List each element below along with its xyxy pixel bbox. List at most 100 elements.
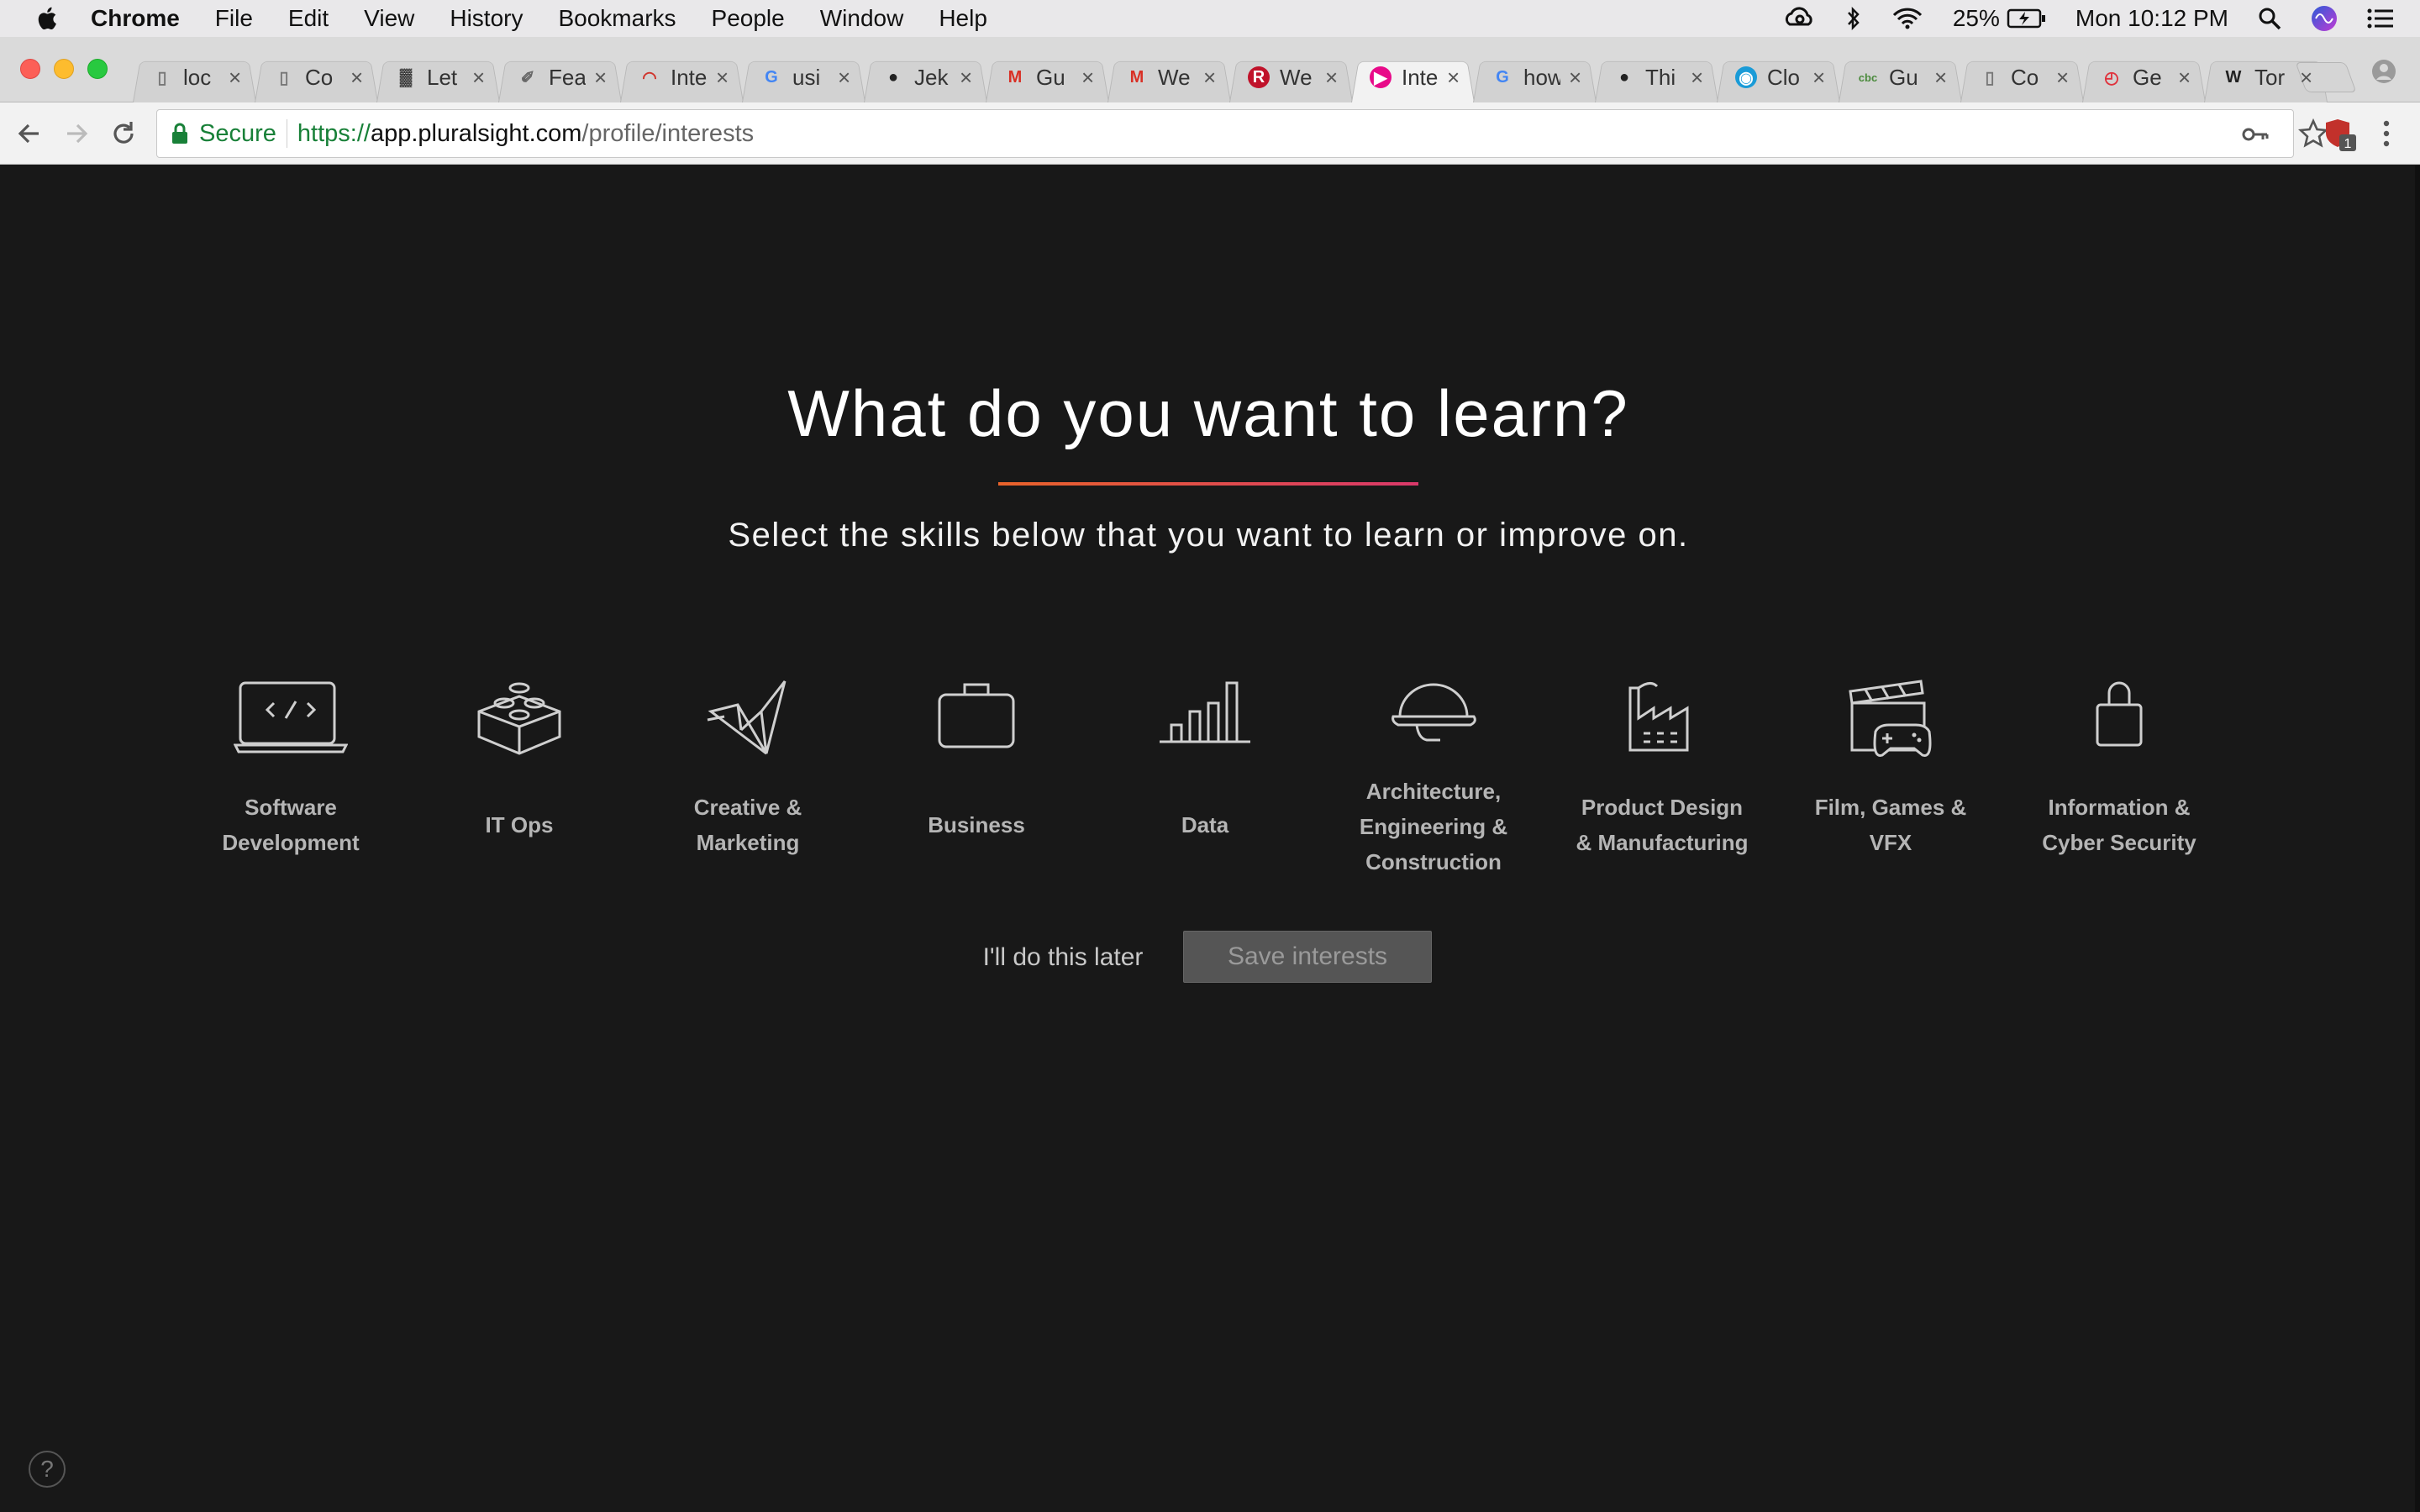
interest-product-design-manufacturing[interactable]: Product Design & Manufacturing — [1548, 678, 1776, 896]
browser-tab[interactable]: Ghow × — [1473, 52, 1595, 102]
tab-close-icon[interactable]: × — [594, 65, 607, 91]
gmail-icon: M — [1129, 67, 1144, 87]
tab-title: Inte — [1402, 64, 1439, 90]
tab-close-icon[interactable]: × — [1934, 65, 1947, 91]
save-interests-button[interactable]: Save interests — [1183, 931, 1432, 983]
tab-title: how — [1523, 64, 1560, 90]
interest-data[interactable]: Data — [1091, 678, 1319, 896]
browser-toolbar: Secure https:// app.pluralsight.com /pro… — [0, 102, 2420, 165]
reload-icon[interactable] — [108, 118, 139, 150]
browser-tab[interactable]: ◠ Inte × — [620, 52, 742, 102]
help-button[interactable]: ? — [29, 1451, 66, 1488]
interest-label: Information & Cyber Security — [2042, 795, 2196, 855]
window-close-button[interactable] — [20, 59, 40, 79]
tab-close-icon[interactable]: × — [1081, 65, 1094, 91]
interest-label: Product Design & Manufacturing — [1576, 795, 1749, 855]
feather-icon: ✐ — [520, 68, 535, 87]
tab-close-icon[interactable]: × — [2056, 65, 2069, 91]
app-menu-chrome[interactable]: Chrome — [91, 5, 180, 32]
siri-icon[interactable] — [2311, 5, 2338, 32]
window-zoom-button[interactable] — [87, 59, 108, 79]
browser-tab[interactable]: ● Thi × — [1595, 52, 1717, 102]
browser-tab[interactable]: W Tor × — [2204, 52, 2326, 102]
tab-list: ▯ loc × ▯ Co × ▓ Let × ✐ Fea × ◠ Inte × Gusi × ● Jek × M Gu × M… — [133, 52, 2326, 102]
browser-tab[interactable]: ▯ Co × — [255, 52, 376, 102]
menu-help[interactable]: Help — [939, 5, 987, 32]
browser-tab[interactable]: ▓ Let × — [376, 52, 498, 102]
address-bar[interactable]: Secure https:// app.pluralsight.com /pro… — [156, 109, 2328, 158]
tab-close-icon[interactable]: × — [1447, 65, 1460, 91]
window-minimize-button[interactable] — [54, 59, 74, 79]
tab-close-icon[interactable]: × — [1569, 65, 1581, 91]
interest-information-cyber-security[interactable]: Information & Cyber Security — [2005, 678, 2233, 896]
interest-it-ops[interactable]: IT Ops — [405, 678, 634, 896]
clock-icon: ◴ — [2104, 68, 2119, 87]
interest-creative-marketing[interactable]: Creative & Marketing — [634, 678, 862, 896]
extension-shield-icon[interactable]: 1 — [2324, 118, 2360, 153]
menu-history[interactable]: History — [450, 5, 523, 32]
interest-film-games-vfx[interactable]: Film, Games & VFX — [1776, 678, 2005, 896]
chrome-menu-icon[interactable] — [2381, 118, 2391, 150]
interest-label: Architecture, Engineering & Construction — [1359, 779, 1508, 874]
browser-tab[interactable]: ◴ Ge × — [2082, 52, 2204, 102]
apple-icon[interactable] — [34, 4, 62, 33]
browser-tab[interactable]: R We × — [1229, 52, 1351, 102]
doc-icon: ▯ — [279, 68, 289, 87]
tab-close-icon[interactable]: × — [1812, 65, 1825, 91]
interest-label: Creative & Marketing — [693, 795, 802, 855]
browser-tab[interactable]: M Gu × — [986, 52, 1107, 102]
tab-title: Gu — [1036, 64, 1065, 90]
tab-close-icon[interactable]: × — [960, 65, 972, 91]
chart-favicon: ▓ — [399, 67, 413, 87]
interest-software-development[interactable]: Software Development — [176, 678, 405, 896]
page-scrollbar[interactable] — [2415, 165, 2420, 1512]
interest-business[interactable]: Business — [862, 678, 1091, 896]
lock-icon[interactable] — [171, 123, 189, 144]
creative-cloud-icon[interactable] — [1783, 6, 1817, 31]
wifi-icon[interactable] — [1891, 6, 1924, 31]
browser-tab[interactable]: ● Jek × — [864, 52, 986, 102]
browser-tab[interactable]: cbc Gu × — [1839, 52, 1960, 102]
back-arrow-icon[interactable] — [13, 118, 45, 150]
gauge-icon: ◠ — [642, 68, 657, 87]
menubar-clock[interactable]: Mon 10:12 PM — [2075, 5, 2228, 32]
forward-arrow-icon[interactable] — [60, 118, 92, 150]
tab-close-icon[interactable]: × — [472, 65, 485, 91]
battery-charging-icon[interactable] — [2007, 8, 2047, 29]
tab-close-icon[interactable]: × — [1325, 65, 1338, 91]
menu-file[interactable]: File — [215, 5, 253, 32]
menu-edit[interactable]: Edit — [288, 5, 329, 32]
tab-close-icon[interactable]: × — [229, 65, 241, 91]
tab-close-icon[interactable]: × — [1691, 65, 1703, 91]
interest-architecture-engineering-construction[interactable]: Architecture, Engineering & Construction — [1319, 678, 1548, 896]
tab-close-icon[interactable]: × — [716, 65, 729, 91]
tab-close-icon[interactable]: × — [350, 65, 363, 91]
bluetooth-icon[interactable] — [1845, 6, 1862, 31]
notification-center-icon[interactable] — [2366, 7, 2395, 30]
tab-close-icon[interactable]: × — [838, 65, 850, 91]
accent-divider — [998, 482, 1418, 486]
tab-close-icon[interactable]: × — [1203, 65, 1216, 91]
profile-icon[interactable] — [2371, 59, 2396, 84]
skip-later-link[interactable]: I'll do this later — [966, 932, 1160, 984]
menu-people[interactable]: People — [712, 5, 785, 32]
browser-tab[interactable]: ✐ Fea × — [498, 52, 620, 102]
key-icon[interactable] — [2241, 120, 2270, 149]
spotlight-search-icon[interactable] — [2257, 6, 2282, 31]
browser-tab[interactable]: ▶ Inte × — [1351, 52, 1473, 102]
menu-view[interactable]: View — [364, 5, 414, 32]
url-path: /profile/interests — [581, 119, 755, 147]
browser-tab[interactable]: Gusi × — [742, 52, 864, 102]
browser-tab[interactable]: ◉ Clo × — [1717, 52, 1839, 102]
browser-tab[interactable]: M We × — [1107, 52, 1229, 102]
menu-window[interactable]: Window — [820, 5, 904, 32]
page-heading: What do you want to learn? — [787, 376, 1629, 450]
browser-tab[interactable]: ▯ Co × — [1960, 52, 2082, 102]
tab-close-icon[interactable]: × — [2178, 65, 2191, 91]
doc-icon: ▯ — [157, 68, 167, 87]
tab-close-icon[interactable]: × — [2300, 65, 2312, 91]
battery-percentage: 25% — [1952, 5, 2000, 31]
browser-tab[interactable]: ▯ loc × — [133, 52, 255, 102]
menu-bookmarks[interactable]: Bookmarks — [558, 5, 676, 32]
pluralsight-icon: ▶ — [1370, 66, 1392, 88]
